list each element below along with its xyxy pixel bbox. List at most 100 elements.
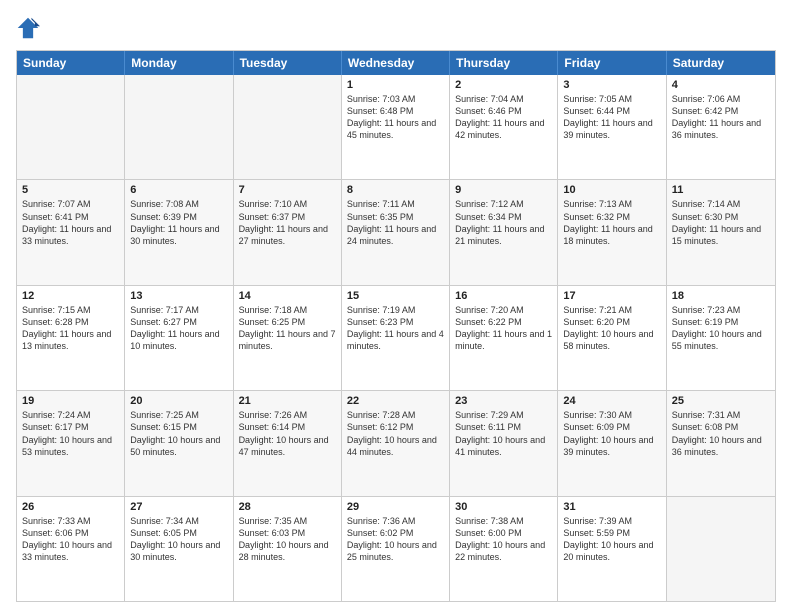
calendar-cell [17,75,125,179]
day-info: Sunrise: 7:31 AMSunset: 6:08 PMDaylight:… [672,409,770,458]
day-number: 17 [563,290,660,302]
day-number: 1 [347,79,444,91]
day-info: Sunrise: 7:24 AMSunset: 6:17 PMDaylight:… [22,409,119,458]
day-number: 19 [22,395,119,407]
day-number: 15 [347,290,444,302]
calendar-week-3: 12 Sunrise: 7:15 AMSunset: 6:28 PMDayligh… [17,286,775,391]
calendar-cell: 9 Sunrise: 7:12 AMSunset: 6:34 PMDaylight… [450,180,558,284]
calendar-cell: 6 Sunrise: 7:08 AMSunset: 6:39 PMDaylight… [125,180,233,284]
day-info: Sunrise: 7:15 AMSunset: 6:28 PMDaylight:… [22,304,119,353]
day-info: Sunrise: 7:19 AMSunset: 6:23 PMDaylight:… [347,304,444,353]
day-number: 31 [563,501,660,513]
page-header [16,16,776,40]
calendar-cell: 30 Sunrise: 7:38 AMSunset: 6:00 PMDayligh… [450,497,558,601]
calendar-cell: 21 Sunrise: 7:26 AMSunset: 6:14 PMDayligh… [234,391,342,495]
cal-header-thursday: Thursday [450,51,558,75]
day-number: 26 [22,501,119,513]
day-number: 28 [239,501,336,513]
day-info: Sunrise: 7:08 AMSunset: 6:39 PMDaylight:… [130,198,227,247]
calendar-cell: 25 Sunrise: 7:31 AMSunset: 6:08 PMDayligh… [667,391,775,495]
day-number: 12 [22,290,119,302]
calendar-week-1: 1 Sunrise: 7:03 AMSunset: 6:48 PMDaylight… [17,75,775,180]
calendar-cell: 3Sunrise: 7:05 AMSunset: 6:44 PMDaylight… [558,75,666,179]
calendar-cell [125,75,233,179]
day-number: 20 [130,395,227,407]
calendar-cell: 31 Sunrise: 7:39 AMSunset: 5:59 PMDayligh… [558,497,666,601]
calendar-cell: 27Sunrise: 7:34 AMSunset: 6:05 PMDayligh… [125,497,233,601]
day-info: Sunrise: 7:07 AMSunset: 6:41 PMDaylight:… [22,198,119,247]
day-info: Sunrise: 7:21 AMSunset: 6:20 PMDaylight:… [563,304,660,353]
day-number: 25 [672,395,770,407]
day-number: 6 [130,184,227,196]
calendar-week-2: 5 Sunrise: 7:07 AMSunset: 6:41 PMDaylight… [17,180,775,285]
day-info: Sunrise: 7:26 AMSunset: 6:14 PMDaylight:… [239,409,336,458]
day-number: 10 [563,184,660,196]
day-info: Sunrise: 7:39 AMSunset: 5:59 PMDaylight:… [563,515,660,564]
day-info: Sunrise: 7:06 AMSunset: 6:42 PMDaylight:… [672,93,770,142]
day-number: 23 [455,395,552,407]
calendar-week-4: 19 Sunrise: 7:24 AMSunset: 6:17 PMDayligh… [17,391,775,496]
day-info: Sunrise: 7:20 AMSunset: 6:22 PMDaylight:… [455,304,552,353]
day-info: Sunrise: 7:36 AMSunset: 6:02 PMDaylight:… [347,515,444,564]
calendar-cell: 5 Sunrise: 7:07 AMSunset: 6:41 PMDaylight… [17,180,125,284]
calendar-cell: 12 Sunrise: 7:15 AMSunset: 6:28 PMDayligh… [17,286,125,390]
day-info: Sunrise: 7:18 AMSunset: 6:25 PMDaylight:… [239,304,336,353]
day-number: 9 [455,184,552,196]
calendar-cell: 23 Sunrise: 7:29 AMSunset: 6:11 PMDayligh… [450,391,558,495]
day-info: Sunrise: 7:12 AMSunset: 6:34 PMDaylight:… [455,198,552,247]
calendar-cell: 26 Sunrise: 7:33 AMSunset: 6:06 PMDayligh… [17,497,125,601]
cal-header-saturday: Saturday [667,51,775,75]
logo [16,16,44,40]
cal-header-friday: Friday [558,51,666,75]
day-info: Sunrise: 7:14 AMSunset: 6:30 PMDaylight:… [672,198,770,247]
calendar-cell: 11 Sunrise: 7:14 AMSunset: 6:30 PMDayligh… [667,180,775,284]
day-info: Sunrise: 7:23 AMSunset: 6:19 PMDaylight:… [672,304,770,353]
calendar-cell: 28Sunrise: 7:35 AMSunset: 6:03 PMDayligh… [234,497,342,601]
calendar-cell: 2Sunrise: 7:04 AMSunset: 6:46 PMDaylight… [450,75,558,179]
day-number: 22 [347,395,444,407]
day-number: 14 [239,290,336,302]
day-info: Sunrise: 7:03 AMSunset: 6:48 PMDaylight:… [347,93,444,142]
calendar-cell: 20Sunrise: 7:25 AMSunset: 6:15 PMDayligh… [125,391,233,495]
calendar-cell: 29 Sunrise: 7:36 AMSunset: 6:02 PMDayligh… [342,497,450,601]
cal-header-wednesday: Wednesday [342,51,450,75]
calendar-cell: 17 Sunrise: 7:21 AMSunset: 6:20 PMDayligh… [558,286,666,390]
calendar-cell: 8 Sunrise: 7:11 AMSunset: 6:35 PMDaylight… [342,180,450,284]
cal-header-sunday: Sunday [17,51,125,75]
day-number: 5 [22,184,119,196]
calendar-cell: 19 Sunrise: 7:24 AMSunset: 6:17 PMDayligh… [17,391,125,495]
calendar-week-5: 26 Sunrise: 7:33 AMSunset: 6:06 PMDayligh… [17,497,775,601]
day-info: Sunrise: 7:11 AMSunset: 6:35 PMDaylight:… [347,198,444,247]
calendar-cell: 14 Sunrise: 7:18 AMSunset: 6:25 PMDayligh… [234,286,342,390]
day-number: 4 [672,79,770,91]
cal-header-monday: Monday [125,51,233,75]
day-info: Sunrise: 7:29 AMSunset: 6:11 PMDaylight:… [455,409,552,458]
calendar-cell: 18 Sunrise: 7:23 AMSunset: 6:19 PMDayligh… [667,286,775,390]
calendar-cell: 16 Sunrise: 7:20 AMSunset: 6:22 PMDayligh… [450,286,558,390]
calendar-cell: 10Sunrise: 7:13 AMSunset: 6:32 PMDayligh… [558,180,666,284]
day-info: Sunrise: 7:04 AMSunset: 6:46 PMDaylight:… [455,93,552,142]
day-info: Sunrise: 7:38 AMSunset: 6:00 PMDaylight:… [455,515,552,564]
day-number: 21 [239,395,336,407]
calendar-header-row: SundayMondayTuesdayWednesdayThursdayFrid… [17,51,775,75]
day-number: 7 [239,184,336,196]
logo-icon [16,16,40,40]
day-info: Sunrise: 7:33 AMSunset: 6:06 PMDaylight:… [22,515,119,564]
day-number: 11 [672,184,770,196]
day-info: Sunrise: 7:05 AMSunset: 6:44 PMDaylight:… [563,93,660,142]
day-number: 30 [455,501,552,513]
calendar-cell: 7 Sunrise: 7:10 AMSunset: 6:37 PMDaylight… [234,180,342,284]
day-number: 16 [455,290,552,302]
calendar-cell: 15 Sunrise: 7:19 AMSunset: 6:23 PMDayligh… [342,286,450,390]
day-number: 27 [130,501,227,513]
calendar-cell: 4 Sunrise: 7:06 AMSunset: 6:42 PMDaylight… [667,75,775,179]
day-number: 8 [347,184,444,196]
calendar-cell: 24Sunrise: 7:30 AMSunset: 6:09 PMDayligh… [558,391,666,495]
day-info: Sunrise: 7:10 AMSunset: 6:37 PMDaylight:… [239,198,336,247]
calendar-cell: 13Sunrise: 7:17 AMSunset: 6:27 PMDayligh… [125,286,233,390]
cal-header-tuesday: Tuesday [234,51,342,75]
day-info: Sunrise: 7:28 AMSunset: 6:12 PMDaylight:… [347,409,444,458]
day-number: 18 [672,290,770,302]
calendar-cell: 22 Sunrise: 7:28 AMSunset: 6:12 PMDayligh… [342,391,450,495]
day-number: 29 [347,501,444,513]
